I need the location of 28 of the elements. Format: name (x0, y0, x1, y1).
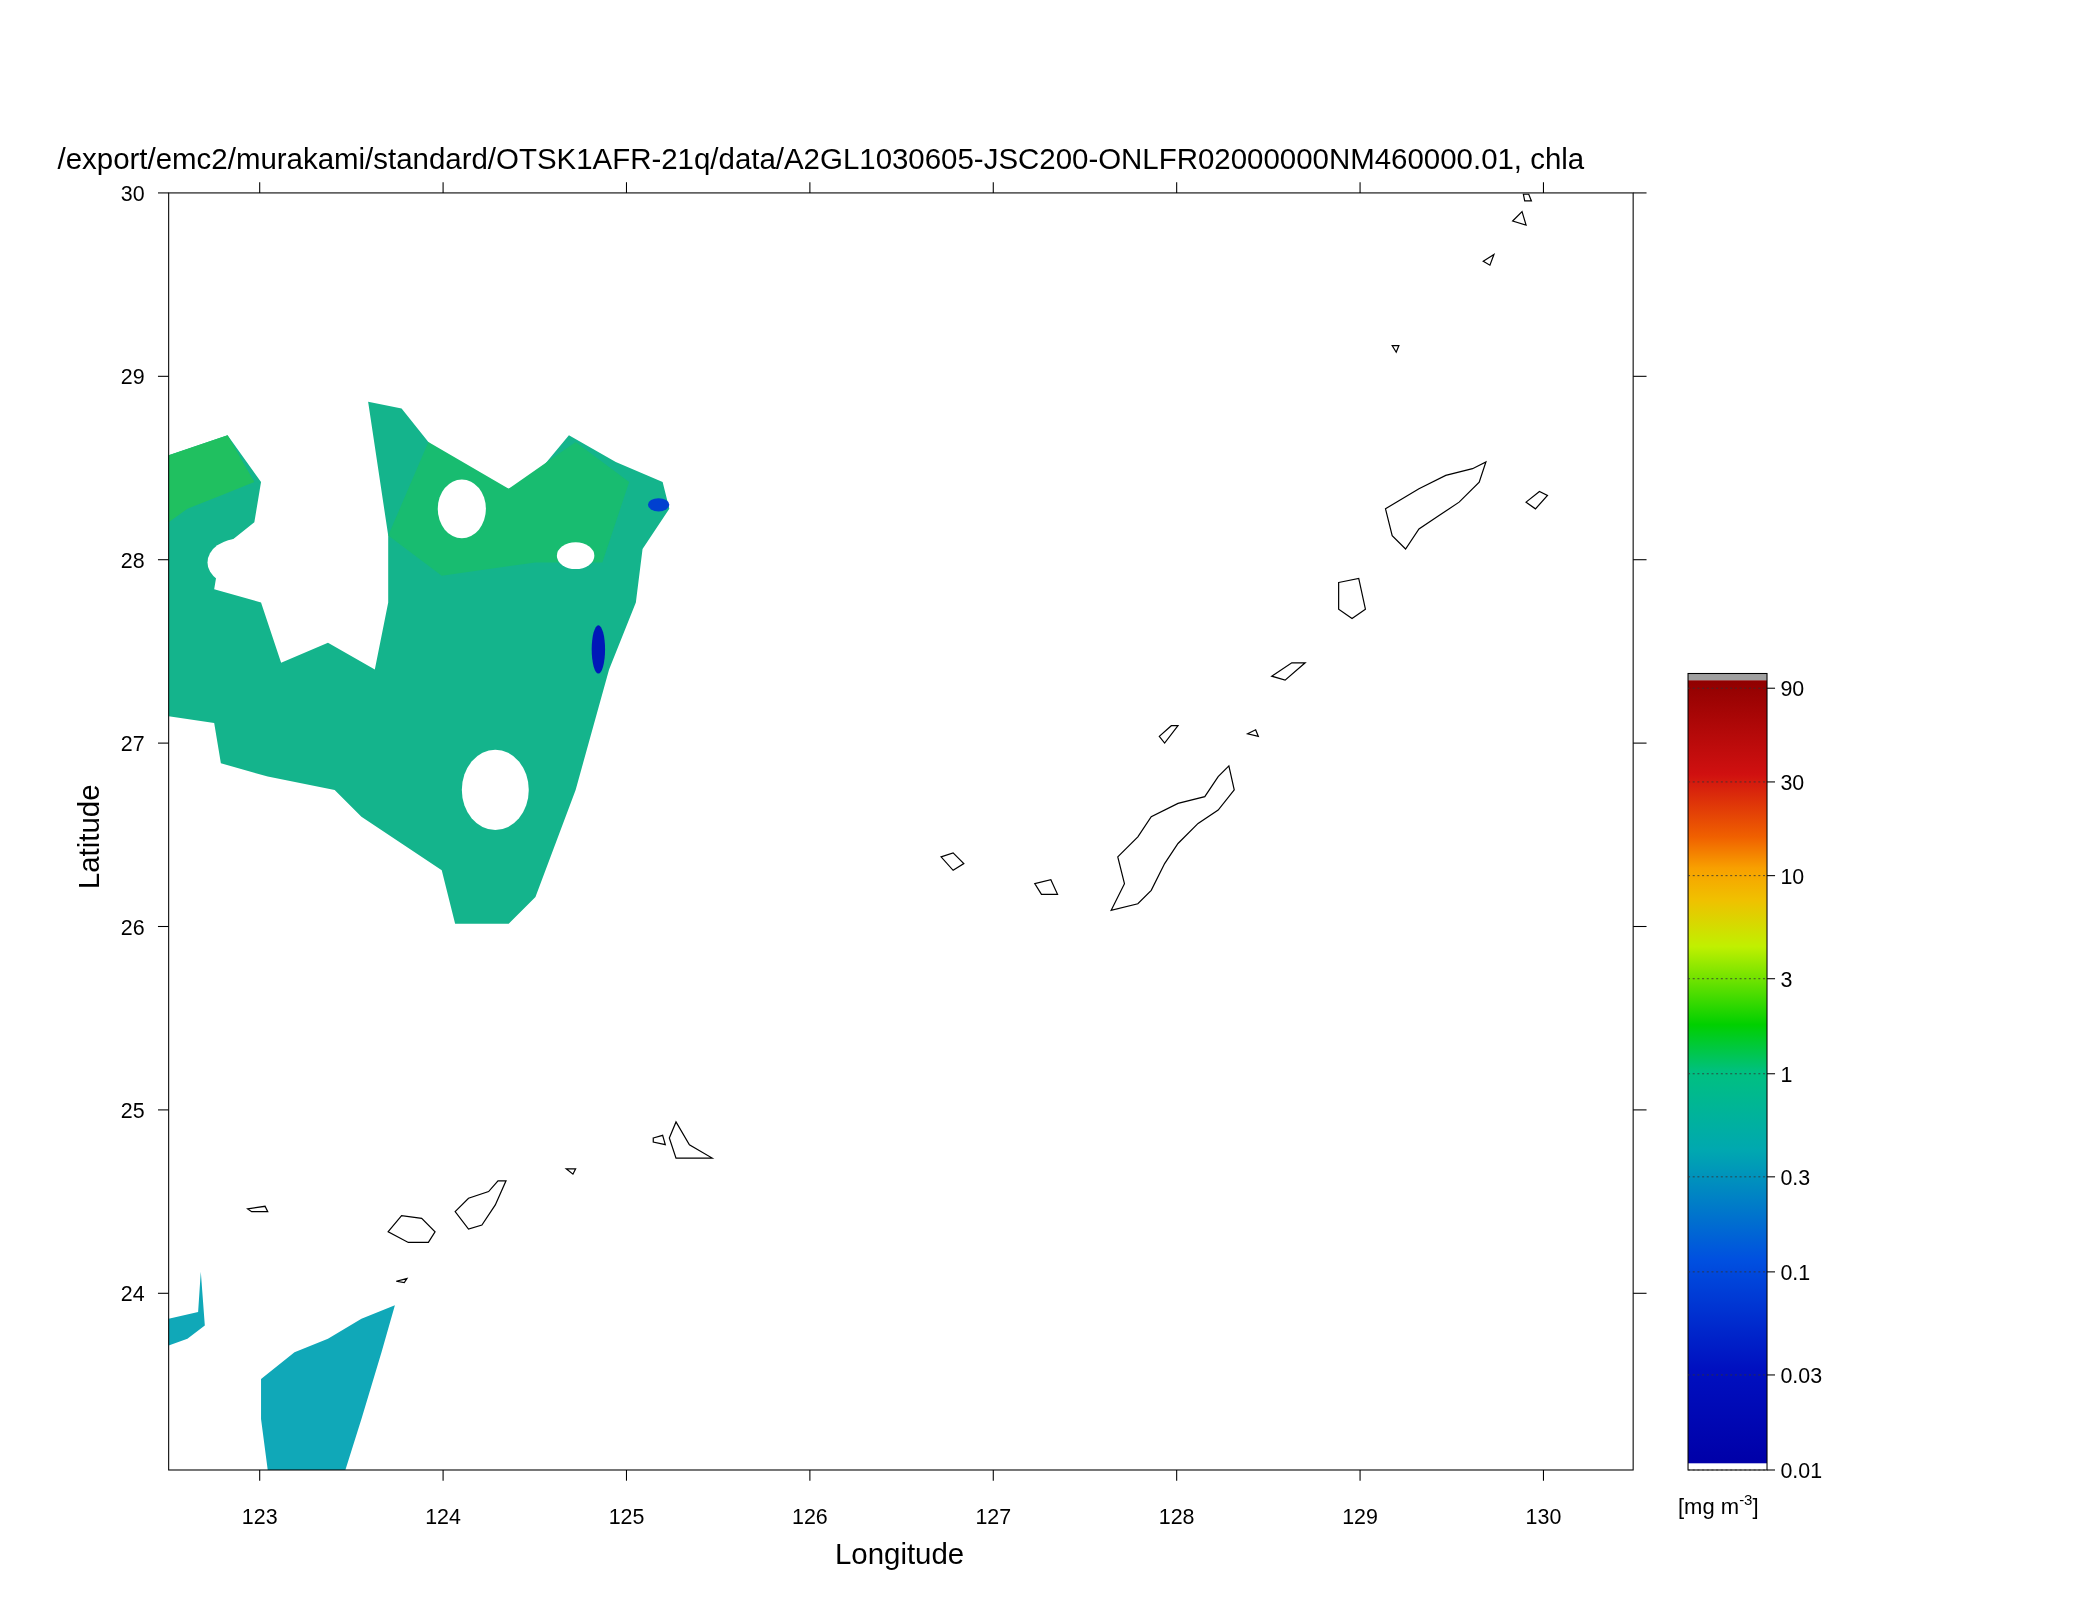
x-tick-label: 129 (1342, 1504, 1378, 1529)
y-tick-label: 30 (120, 181, 145, 206)
x-tick-label: 123 (241, 1504, 278, 1529)
x-tick-label: 127 (975, 1504, 1012, 1529)
y-tick-label: 27 (120, 732, 145, 757)
colorbar-tick-label: 3 (1780, 967, 1793, 992)
colorbar-tick-label: 0.01 (1780, 1459, 1823, 1484)
x-tick-label: 126 (792, 1504, 828, 1529)
colorbar-tick-label: 0.03 (1780, 1364, 1823, 1388)
x-axis-label: Longitude (834, 1536, 965, 1570)
plot-title: /export/emc2/murakami/standard/OTSK1AFR-21q/data/A2GL1030605-JSC200-ONLFR02000000NM460000.01, chla (57, 141, 1585, 175)
x-tick-label: 130 (1525, 1504, 1562, 1529)
colorbar-tick-label: 30 (1780, 770, 1805, 795)
colorbar-tick-label: 90 (1780, 677, 1805, 702)
y-tick-label: 25 (120, 1098, 145, 1123)
x-tick-label: 128 (1158, 1504, 1195, 1529)
y-axis-label: Latitude (72, 784, 106, 890)
colorbar-tick-label: 0.3 (1780, 1165, 1811, 1190)
colorbar-tick-label: 0.1 (1780, 1260, 1811, 1285)
y-tick-label: 29 (120, 365, 145, 390)
x-tick-label: 124 (425, 1504, 461, 1529)
y-tick-label: 28 (120, 548, 145, 573)
colorbar-unit-label: [mg m$^{-3}$] (1678, 1492, 1759, 1518)
x-tick-label: 125 (608, 1504, 645, 1529)
colorbar-tick-label: 1 (1780, 1062, 1793, 1087)
colorbar-tick-label: 10 (1780, 864, 1805, 889)
y-tick-label: 26 (120, 915, 145, 940)
y-tick-label: 24 (120, 1282, 145, 1307)
